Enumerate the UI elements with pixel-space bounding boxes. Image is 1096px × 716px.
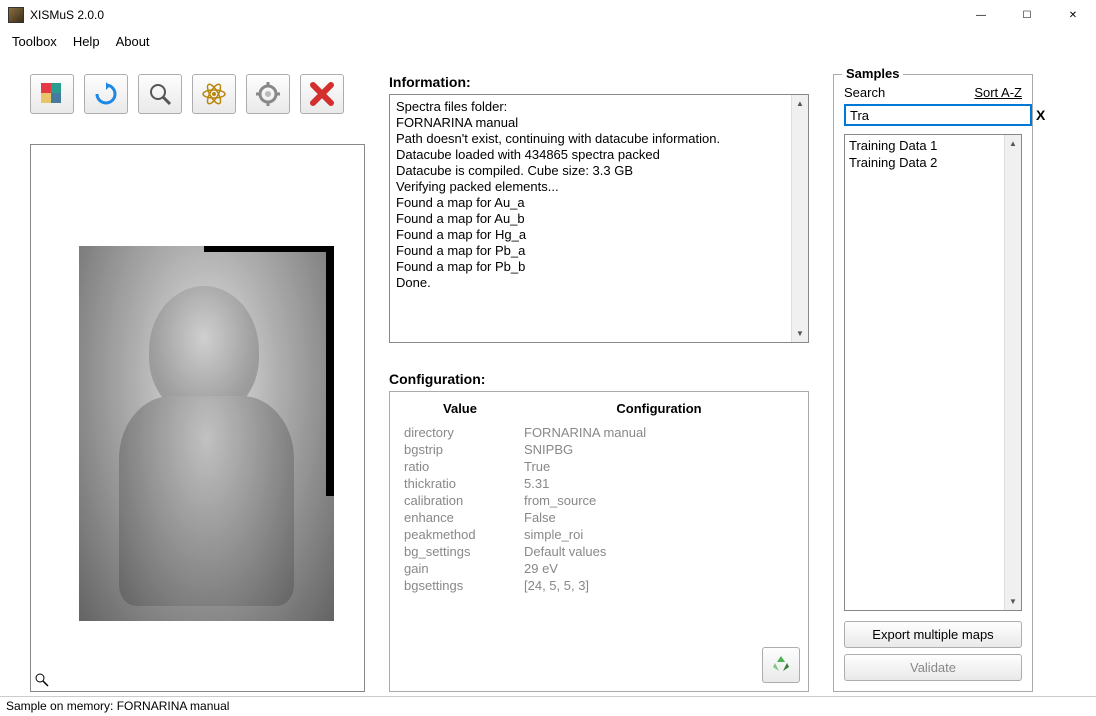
- menu-toolbox[interactable]: Toolbox: [4, 32, 65, 51]
- list-item[interactable]: Training Data 1: [849, 137, 1017, 154]
- scroll-down-icon[interactable]: ▼: [792, 325, 808, 342]
- refresh-button[interactable]: [84, 74, 128, 114]
- table-row: peakmethodsimple_roi: [400, 526, 798, 543]
- info-line: Path doesn't exist, continuing with data…: [396, 131, 788, 147]
- menu-about[interactable]: About: [108, 32, 158, 51]
- puzzle-icon: [39, 81, 65, 107]
- table-row: bgstripSNIPBG: [400, 441, 798, 458]
- center-column: Information: Spectra files folder: FORNA…: [389, 74, 809, 692]
- statusbar: Sample on memory: FORNARINA manual: [0, 696, 1096, 716]
- info-line: Found a map for Au_b: [396, 211, 788, 227]
- samples-panel: Samples Search Sort A-Z X Training Data …: [833, 74, 1033, 692]
- table-row: enhanceFalse: [400, 509, 798, 526]
- titlebar: XISMuS 2.0.0 — ☐ ✕: [0, 0, 1096, 30]
- search-label: Search: [844, 85, 885, 100]
- app-icon: [8, 7, 24, 23]
- table-row: gain29 eV: [400, 560, 798, 577]
- info-line: Done.: [396, 275, 788, 291]
- sample-image: [79, 246, 334, 621]
- delete-icon: [309, 81, 335, 107]
- window-title: XISMuS 2.0.0: [30, 8, 958, 22]
- right-column: Samples Search Sort A-Z X Training Data …: [833, 74, 1033, 692]
- info-line: Found a map for Hg_a: [396, 227, 788, 243]
- menu-help[interactable]: Help: [65, 32, 108, 51]
- puzzle-button[interactable]: [30, 74, 74, 114]
- info-line: FORNARINA manual: [396, 115, 788, 131]
- atom-icon: [201, 81, 227, 107]
- information-box[interactable]: Spectra files folder: FORNARINA manual P…: [389, 94, 809, 343]
- configuration-frame: ValueConfiguration directoryFORNARINA ma…: [389, 391, 809, 692]
- sample-list[interactable]: Training Data 1 Training Data 2 ▲ ▼: [844, 134, 1022, 611]
- info-line: Verifying packed elements...: [396, 179, 788, 195]
- information-label: Information:: [389, 74, 809, 90]
- configuration-table: ValueConfiguration directoryFORNARINA ma…: [400, 398, 798, 594]
- table-row: calibrationfrom_source: [400, 492, 798, 509]
- config-col-value: Value: [400, 398, 520, 424]
- info-line: Found a map for Pb_a: [396, 243, 788, 259]
- left-column: [30, 74, 365, 692]
- config-col-config: Configuration: [520, 398, 798, 424]
- table-row: ratioTrue: [400, 458, 798, 475]
- recycle-icon: [769, 653, 793, 677]
- table-row: bg_settingsDefault values: [400, 543, 798, 560]
- scroll-up-icon[interactable]: ▲: [1005, 135, 1021, 152]
- image-viewer: [30, 144, 365, 692]
- scroll-up-icon[interactable]: ▲: [792, 95, 808, 112]
- minimize-button[interactable]: —: [958, 0, 1004, 30]
- search-input[interactable]: [844, 104, 1032, 126]
- validate-button[interactable]: Validate: [844, 654, 1022, 681]
- samples-scrollbar[interactable]: ▲ ▼: [1004, 135, 1021, 610]
- menubar: Toolbox Help About: [0, 30, 1096, 52]
- configuration-label: Configuration:: [389, 371, 809, 387]
- refresh-config-button[interactable]: [762, 647, 800, 683]
- search-icon: [147, 81, 173, 107]
- main-area: Information: Spectra files folder: FORNA…: [0, 52, 1096, 692]
- samples-label: Samples: [842, 66, 903, 81]
- gear-button[interactable]: [246, 74, 290, 114]
- gear-icon: [255, 81, 281, 107]
- atom-button[interactable]: [192, 74, 236, 114]
- scroll-down-icon[interactable]: ▼: [1005, 593, 1021, 610]
- info-line: Found a map for Au_a: [396, 195, 788, 211]
- refresh-icon: [93, 81, 119, 107]
- toolbar: [30, 74, 365, 114]
- table-row: bgsettings[24, 5, 5, 3]: [400, 577, 798, 594]
- magnifier-icon[interactable]: [35, 673, 49, 687]
- info-line: Spectra files folder:: [396, 99, 788, 115]
- status-text: Sample on memory: FORNARINA manual: [6, 699, 229, 713]
- search-button[interactable]: [138, 74, 182, 114]
- configuration-section: Configuration: ValueConfiguration direct…: [389, 371, 809, 692]
- maximize-button[interactable]: ☐: [1004, 0, 1050, 30]
- sort-link[interactable]: Sort A-Z: [974, 85, 1022, 100]
- table-row: directoryFORNARINA manual: [400, 424, 798, 441]
- info-line: Datacube loaded with 434865 spectra pack…: [396, 147, 788, 163]
- info-line: Found a map for Pb_b: [396, 259, 788, 275]
- info-line: Datacube is compiled. Cube size: 3.3 GB: [396, 163, 788, 179]
- clear-search-button[interactable]: X: [1036, 107, 1045, 123]
- export-maps-button[interactable]: Export multiple maps: [844, 621, 1022, 648]
- list-item[interactable]: Training Data 2: [849, 154, 1017, 171]
- delete-button[interactable]: [300, 74, 344, 114]
- info-scrollbar[interactable]: ▲ ▼: [791, 95, 808, 342]
- table-row: thickratio5.31: [400, 475, 798, 492]
- close-button[interactable]: ✕: [1050, 0, 1096, 30]
- window-controls: — ☐ ✕: [958, 0, 1096, 30]
